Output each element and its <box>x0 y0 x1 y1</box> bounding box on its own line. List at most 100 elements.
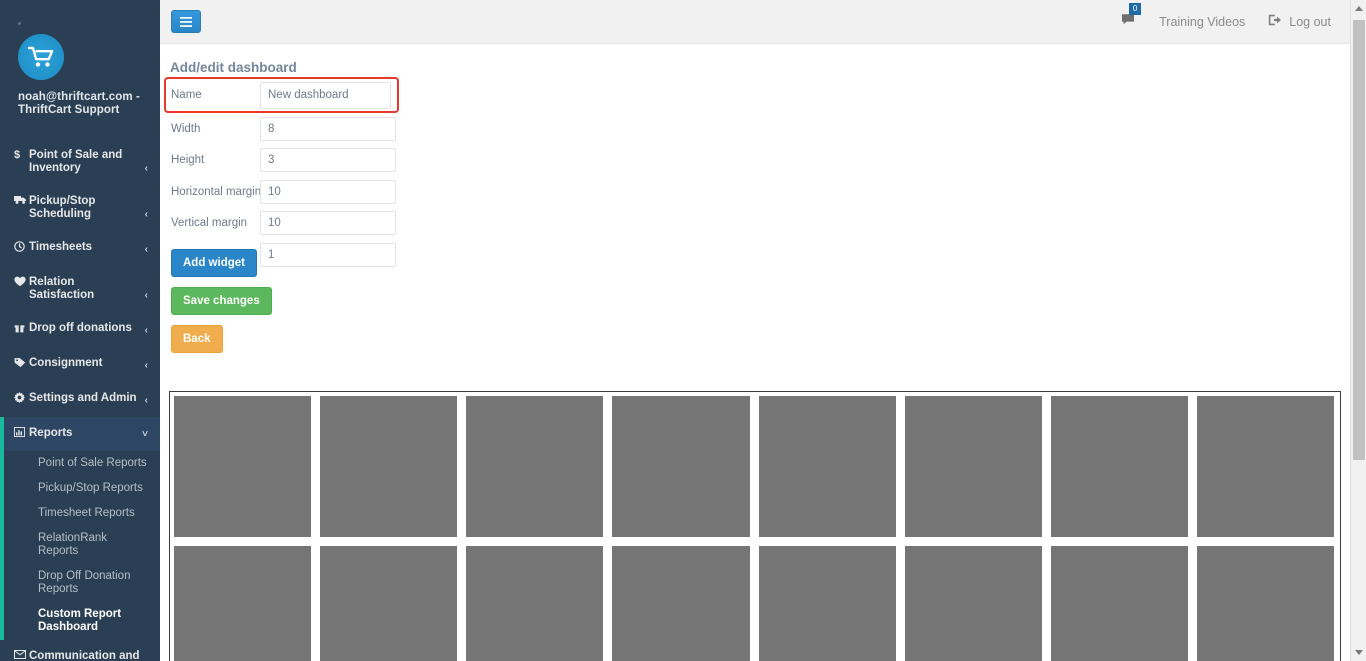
form-row-width: Width <box>160 113 660 145</box>
tag-icon <box>14 357 29 372</box>
chevron-left-icon: ‹ <box>144 209 148 220</box>
truck-icon <box>14 195 29 209</box>
vertical-margin-label: Vertical margin <box>171 217 248 230</box>
widget-grid-cell[interactable] <box>1196 396 1334 537</box>
sidebar-submenu-reports: Point of Sale Reports Pickup/Stop Report… <box>0 451 160 640</box>
sidebar-item-reports[interactable]: Reports ˅ <box>0 417 160 451</box>
caret-up-icon[interactable] <box>1355 6 1363 11</box>
sidebar-item-label: Timesheets <box>29 241 93 253</box>
name-label: Name <box>171 89 202 101</box>
sidebar-item-label: Point of Sale and Inventory <box>29 149 123 174</box>
chevron-down-icon: ˅ <box>142 429 148 440</box>
widget-grid-cell[interactable] <box>1050 396 1188 537</box>
back-button[interactable]: Back <box>171 325 223 353</box>
header-actions: 0 Training Videos Log out <box>1121 0 1331 44</box>
horizontal-margin-label: Horizontal margin <box>171 185 262 198</box>
widget-grid-cell[interactable] <box>904 546 1042 661</box>
notification-badge: 0 <box>1129 3 1142 15</box>
sidebar-item-settings-and-admin[interactable]: Settings and Admin ‹ <box>0 382 160 417</box>
form-row-horizontal-margin: Horizontal margin <box>160 176 660 208</box>
chevron-left-icon: ‹ <box>144 163 148 174</box>
bar-chart-icon <box>13 426 29 441</box>
main-content: Add/edit dashboard Name Width Height Hor… <box>160 44 1350 661</box>
height-input[interactable] <box>260 148 396 173</box>
heart-icon <box>14 276 29 291</box>
widget-grid-cell[interactable] <box>1050 546 1188 661</box>
hamburger-icon[interactable] <box>171 10 201 33</box>
sidebar-item-label: Relation Satisfaction <box>29 276 95 301</box>
logout-group[interactable]: Log out <box>1268 13 1331 31</box>
chevron-left-icon: ‹ <box>144 360 148 371</box>
width-label: Width <box>171 122 201 135</box>
shopping-cart-icon <box>18 34 64 80</box>
save-changes-button[interactable]: Save changes <box>171 287 272 315</box>
caret-down-icon[interactable] <box>1355 650 1363 655</box>
sidebar-item-custom-report-dashboard[interactable]: Custom Report Dashboard <box>0 602 160 640</box>
gift-icon <box>14 322 29 337</box>
width-input[interactable] <box>260 116 396 141</box>
dollar-icon: $ <box>14 149 21 161</box>
sign-out-icon <box>1268 13 1282 31</box>
brand-block: noah@thriftcart.com - ThriftCart Support <box>0 0 160 117</box>
widget-grid-cell[interactable] <box>320 546 458 661</box>
sidebar-item-label: Reports <box>29 427 73 439</box>
widget-grid <box>174 396 1340 661</box>
sidebar-item-relation-satisfaction[interactable]: Relation Satisfaction ‹ <box>0 266 160 312</box>
top-header-bar: 0 Training Videos Log out <box>160 0 1350 44</box>
widget-grid-panel[interactable] <box>169 391 1341 661</box>
scrollbar-thumb[interactable] <box>1353 20 1365 460</box>
sidebar-item-communication-and-notifications[interactable]: Communication and notifications ‹ <box>0 640 160 661</box>
sidebar-item-pickup-stop-scheduling[interactable]: Pickup/Stop Scheduling ‹ <box>0 185 160 231</box>
widget-grid-cell[interactable] <box>904 396 1042 537</box>
logout-link[interactable]: Log out <box>1289 15 1331 29</box>
sidebar-item-drop-off-donation-reports[interactable]: Drop Off Donation Reports <box>0 564 160 602</box>
sidebar-item-consignment[interactable]: Consignment ‹ <box>0 347 160 382</box>
account-name: noah@thriftcart.com - ThriftCart Support <box>18 91 140 116</box>
chevron-left-icon: ‹ <box>144 325 148 336</box>
sidebar-item-point-of-sale-reports[interactable]: Point of Sale Reports <box>0 451 160 476</box>
height-scale-input[interactable] <box>260 242 396 267</box>
widget-grid-cell[interactable] <box>758 396 896 537</box>
form-row-height: Height <box>160 145 660 177</box>
chevron-left-icon: ‹ <box>144 290 148 301</box>
sidebar-item-timesheet-reports[interactable]: Timesheet Reports <box>0 501 160 526</box>
widget-grid-cell[interactable] <box>320 396 458 537</box>
widget-grid-cell[interactable] <box>612 546 750 661</box>
widget-grid-cell[interactable] <box>174 396 312 537</box>
chevron-left-icon: ‹ <box>144 395 148 406</box>
sidebar-item-pickup-stop-reports[interactable]: Pickup/Stop Reports <box>0 476 160 501</box>
widget-grid-cell[interactable] <box>466 546 604 661</box>
widget-grid-cell[interactable] <box>174 546 312 661</box>
chevron-left-icon: ‹ <box>144 244 148 255</box>
dashboard-form: Name Width Height Horizontal margin Vert… <box>160 77 660 271</box>
sidebar-dot-decoration <box>18 22 21 25</box>
sidebar-item-label: Consignment <box>29 357 103 369</box>
training-videos-link[interactable]: Training Videos <box>1159 15 1245 29</box>
widget-grid-cell[interactable] <box>1196 546 1334 661</box>
form-row-name: Name <box>160 77 660 113</box>
comment-icon[interactable]: 0 <box>1121 3 1142 32</box>
add-widget-button[interactable]: Add widget <box>171 249 257 277</box>
clock-icon <box>14 241 29 256</box>
sidebar-item-relationrank-reports[interactable]: RelationRank Reports <box>0 526 160 564</box>
page-title: Add/edit dashboard <box>170 60 297 75</box>
gear-icon <box>14 392 29 407</box>
sidebar: noah@thriftcart.com - ThriftCart Support… <box>0 0 160 661</box>
sidebar-item-label: Settings and Admin <box>29 392 137 404</box>
sidebar-item-label: Pickup/Stop Scheduling <box>29 195 96 220</box>
horizontal-margin-input[interactable] <box>260 179 396 204</box>
name-input[interactable] <box>260 81 391 109</box>
vertical-margin-input[interactable] <box>260 211 396 236</box>
widget-grid-cell[interactable] <box>612 396 750 537</box>
sidebar-item-label: Communication and notifications <box>29 650 140 661</box>
widget-grid-cell[interactable] <box>466 396 604 537</box>
sidebar-item-drop-off-donations[interactable]: Drop off donations ‹ <box>0 312 160 347</box>
sidebar-item-label: Drop off donations <box>29 322 132 334</box>
page-scrollbar[interactable] <box>1350 0 1366 661</box>
widget-grid-cell[interactable] <box>758 546 896 661</box>
envelope-icon <box>14 650 29 661</box>
sidebar-item-point-of-sale-and-inventory[interactable]: $ Point of Sale and Inventory ‹ <box>0 139 160 185</box>
sidebar-item-timesheets[interactable]: Timesheets ‹ <box>0 231 160 266</box>
form-row-vertical-margin: Vertical margin <box>160 208 660 240</box>
sidebar-nav: $ Point of Sale and Inventory ‹ Pickup/S… <box>0 139 160 661</box>
